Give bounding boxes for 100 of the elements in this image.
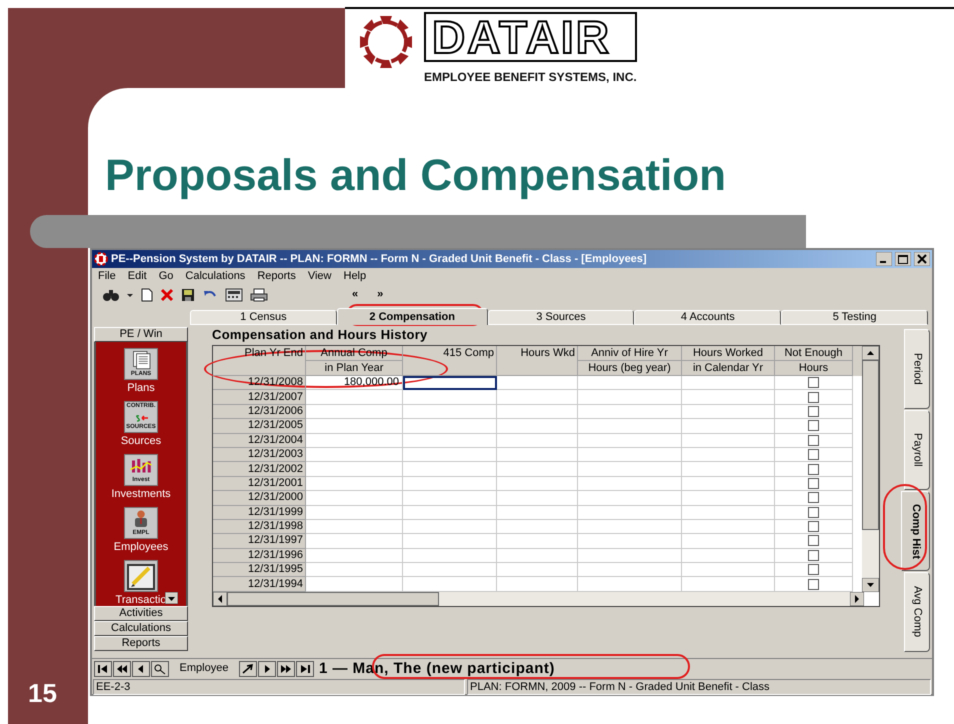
app-icon[interactable] bbox=[94, 252, 108, 266]
table-cell[interactable] bbox=[497, 419, 578, 434]
tab[interactable]: 4 Accounts bbox=[634, 310, 782, 325]
binoculars-icon[interactable] bbox=[102, 288, 120, 302]
table-cell[interactable] bbox=[578, 506, 682, 520]
scroll-up-button[interactable] bbox=[862, 346, 879, 360]
table-cell[interactable] bbox=[403, 548, 497, 564]
column-header[interactable]: Hours Wkd bbox=[497, 346, 578, 376]
table-cell[interactable] bbox=[682, 390, 775, 405]
checkbox[interactable] bbox=[808, 578, 819, 590]
menu-item[interactable]: Reports bbox=[257, 271, 296, 282]
table-cell[interactable] bbox=[306, 491, 403, 506]
table-cell[interactable] bbox=[578, 419, 682, 434]
table-cell[interactable] bbox=[497, 534, 578, 549]
table-cell[interactable] bbox=[578, 390, 682, 405]
sidebar-button[interactable]: Activities bbox=[94, 606, 188, 621]
table-cell[interactable] bbox=[578, 534, 682, 549]
checkbox[interactable] bbox=[808, 406, 819, 417]
checkbox[interactable] bbox=[808, 449, 819, 460]
table-cell[interactable] bbox=[306, 448, 403, 462]
checkbox[interactable] bbox=[808, 492, 819, 504]
sidebar-item-label[interactable]: Transactio bbox=[116, 595, 166, 606]
table-cell[interactable] bbox=[682, 448, 775, 462]
sidebar-button[interactable]: Reports bbox=[94, 636, 188, 651]
new-document-icon[interactable] bbox=[141, 288, 153, 302]
next-record-button[interactable] bbox=[258, 660, 276, 676]
first-record-button[interactable] bbox=[94, 660, 112, 676]
table-cell[interactable] bbox=[497, 476, 578, 492]
checkbox[interactable] bbox=[808, 377, 819, 388]
table-cell[interactable] bbox=[578, 476, 682, 492]
column-header[interactable]: Anniv of Hire Yr Hours (beg year) bbox=[578, 346, 682, 376]
table-cell[interactable] bbox=[497, 506, 578, 520]
table-cell[interactable] bbox=[578, 520, 682, 534]
scroll-left-button[interactable] bbox=[213, 592, 227, 606]
table-cell[interactable] bbox=[682, 534, 775, 549]
table-cell[interactable] bbox=[497, 376, 578, 390]
table-cell[interactable] bbox=[403, 390, 497, 405]
side-tab[interactable]: Avg Comp bbox=[904, 572, 930, 652]
table-cell[interactable] bbox=[682, 434, 775, 448]
input-field[interactable] bbox=[403, 376, 497, 390]
checkbox[interactable] bbox=[808, 550, 819, 561]
table-cell[interactable] bbox=[306, 506, 403, 520]
table-cell[interactable] bbox=[682, 376, 775, 390]
close-button[interactable] bbox=[914, 252, 930, 266]
table-cell[interactable] bbox=[497, 404, 578, 420]
back-button[interactable]: « bbox=[352, 289, 358, 300]
table-cell[interactable] bbox=[682, 520, 775, 534]
printer-icon[interactable] bbox=[250, 288, 268, 302]
side-tab[interactable]: Period bbox=[904, 329, 930, 409]
table-cell[interactable] bbox=[306, 419, 403, 434]
minimize-button[interactable] bbox=[876, 252, 892, 266]
sidebar-item-label[interactable]: Employees bbox=[114, 542, 168, 553]
table-cell[interactable] bbox=[497, 462, 578, 477]
checkbox[interactable] bbox=[808, 506, 819, 518]
search-button[interactable] bbox=[151, 660, 169, 676]
table-cell[interactable] bbox=[306, 476, 403, 492]
table-cell[interactable] bbox=[578, 448, 682, 462]
sidebar-item-label[interactable]: Investments bbox=[111, 489, 171, 500]
horizontal-scrollbar[interactable] bbox=[213, 592, 864, 606]
table-cell[interactable] bbox=[306, 534, 403, 549]
table-cell[interactable] bbox=[682, 419, 775, 434]
checkbox[interactable] bbox=[808, 392, 819, 403]
sidebar-header-button[interactable]: PE / Win bbox=[94, 327, 188, 342]
table-cell[interactable] bbox=[497, 491, 578, 506]
last-record-button[interactable] bbox=[296, 660, 314, 676]
menu-item[interactable]: Help bbox=[344, 271, 366, 282]
table-cell[interactable] bbox=[403, 520, 497, 534]
menu-item[interactable]: File bbox=[98, 271, 116, 282]
table-cell[interactable] bbox=[578, 491, 682, 506]
forward-button[interactable]: » bbox=[377, 289, 384, 300]
menu-item[interactable]: Calculations bbox=[185, 271, 246, 282]
next-page-button[interactable] bbox=[277, 660, 295, 676]
sidebar-item-label[interactable]: Plans bbox=[127, 383, 155, 394]
table-cell[interactable] bbox=[497, 563, 578, 578]
table-cell[interactable] bbox=[306, 548, 403, 564]
save-icon[interactable] bbox=[181, 288, 195, 302]
checkbox[interactable] bbox=[808, 521, 819, 532]
column-header[interactable]: 415 Comp bbox=[403, 346, 497, 376]
menu-item[interactable]: Go bbox=[158, 271, 174, 282]
table-cell[interactable] bbox=[306, 520, 403, 534]
table-cell[interactable] bbox=[403, 563, 497, 578]
checkbox[interactable] bbox=[808, 564, 819, 576]
table-cell[interactable] bbox=[306, 434, 403, 448]
table-cell[interactable] bbox=[306, 390, 403, 405]
scroll-down-button[interactable] bbox=[862, 578, 879, 592]
calculator-icon[interactable] bbox=[225, 288, 243, 302]
tab[interactable]: 2 Compensation bbox=[336, 308, 488, 325]
table-cell[interactable] bbox=[578, 376, 682, 390]
table-cell[interactable] bbox=[306, 404, 403, 420]
table-cell[interactable] bbox=[578, 404, 682, 420]
table-cell[interactable] bbox=[497, 390, 578, 405]
checkbox[interactable] bbox=[808, 478, 819, 489]
table-cell[interactable] bbox=[306, 462, 403, 477]
table-cell[interactable] bbox=[403, 419, 497, 434]
column-header[interactable]: Hours Worked in Calendar Yr bbox=[682, 346, 775, 376]
side-tab[interactable]: Comp Hist bbox=[901, 491, 930, 571]
tab[interactable]: 3 Sources bbox=[488, 310, 634, 325]
table-cell[interactable] bbox=[497, 448, 578, 462]
table-cell[interactable] bbox=[578, 462, 682, 477]
table-cell[interactable] bbox=[497, 548, 578, 564]
